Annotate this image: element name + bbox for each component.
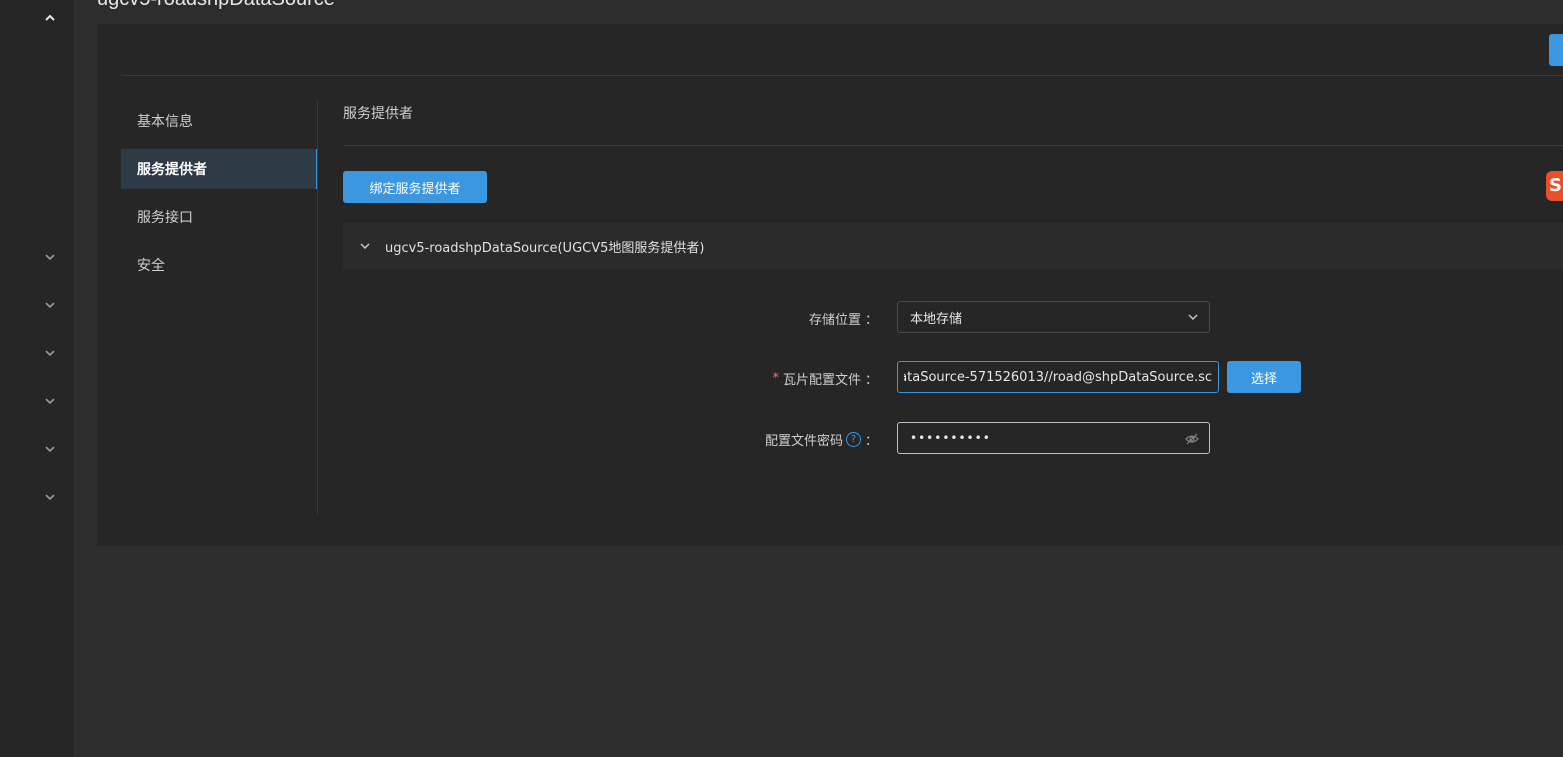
service-panel: 基本信息 服务提供者 服务接口 安全 服务提供者 绑定服务提供者 ugcv5-r… [97,24,1563,546]
section-title: 服务提供者 [343,106,413,122]
label-colon: ： [864,313,878,328]
chevron-down-icon[interactable] [40,439,60,459]
menu-item-security[interactable]: 安全 [121,245,318,285]
side-menu: 基本信息 服务提供者 服务接口 安全 [121,101,318,293]
chevron-down-icon[interactable] [40,343,60,363]
chevron-down-icon[interactable] [40,247,60,267]
storage-select-value: 本地存储 [910,311,963,327]
eye-off-icon[interactable] [1185,432,1199,446]
password-mask: •••••••••• [910,431,991,445]
question-circle-icon[interactable]: ? [845,432,861,447]
password-label: 配置文件密码 ?： [765,430,878,449]
page-title: ugcv5-roadshpDataSource [97,0,335,11]
tile-config-label-text: 瓦片配置文件 [782,373,861,388]
password-label-text: 配置文件密码 [764,434,843,449]
password-field[interactable]: •••••••••• [897,422,1210,454]
tile-config-field[interactable] [897,361,1219,393]
left-rail [0,0,74,757]
choose-file-button[interactable]: 选择 [1227,361,1301,393]
sogou-logo-icon: S [1546,171,1563,201]
chevron-down-icon[interactable] [40,295,60,315]
provider-collapse-header[interactable]: ugcv5-roadshpDataSource(UGCV5地图服务提供者) [343,223,1563,269]
top-right-action-button[interactable] [1549,34,1563,66]
menu-item-service-provider[interactable]: 服务提供者 [121,149,318,189]
bind-provider-button[interactable]: 绑定服务提供者 [343,171,487,203]
label-colon: ： [864,434,878,449]
storage-select[interactable]: 本地存储 [897,301,1210,333]
storage-label-text: 存储位置 [808,313,861,328]
storage-label: 存储位置： [809,309,878,328]
tile-config-label: * 瓦片配置文件： [772,369,878,388]
chevron-up-icon[interactable] [40,8,60,28]
chevron-down-icon [1188,314,1198,320]
chevron-down-icon[interactable] [40,391,60,411]
divider [121,75,1563,76]
chevron-down-icon [359,240,371,252]
divider [343,145,1563,146]
menu-divider [317,101,318,514]
chevron-down-icon[interactable] [40,487,60,507]
label-colon: ： [864,373,878,388]
menu-item-basic-info[interactable]: 基本信息 [121,101,318,141]
tile-config-input[interactable] [898,369,1218,385]
provider-title: ugcv5-roadshpDataSource(UGCV5地图服务提供者) [385,240,705,256]
required-asterisk: * [772,371,779,386]
menu-item-service-interface[interactable]: 服务接口 [121,197,318,237]
